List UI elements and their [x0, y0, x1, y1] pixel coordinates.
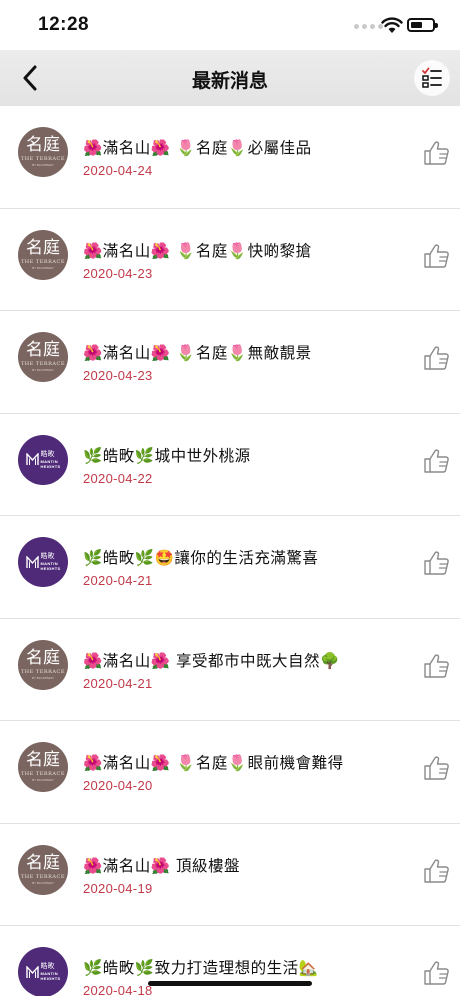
news-date: 2020-04-21: [83, 573, 153, 588]
terrace-logo-main: 名庭: [26, 852, 60, 873]
thumbs-up-icon: [424, 961, 449, 985]
mantin-logo: 皓畋 MANTIN HEIGHTS: [18, 537, 68, 587]
like-button[interactable]: [423, 754, 451, 782]
like-button[interactable]: [423, 959, 451, 987]
news-date: 2020-04-22: [83, 470, 153, 486]
news-date: 2020-04-19: [83, 880, 153, 896]
mantin-m-icon: [25, 965, 39, 978]
news-title: 🌺滿名山🌺 頂級樓盤: [83, 856, 241, 875]
thumbs-up-icon: [424, 243, 449, 268]
news-title: 🌺滿名山🌺 🌷名庭🌷眼前機會難得: [83, 754, 344, 772]
news-date: 2020-04-23: [83, 265, 153, 281]
news-title: 🌺滿名山🌺 🌷名庭🌷快啲黎搶: [83, 241, 312, 260]
battery-level: [411, 22, 422, 28]
terrace-logo-tiny: BY BLOOMWAY: [31, 675, 55, 680]
like-button[interactable]: [423, 857, 451, 885]
thumbs-up-icon: [424, 141, 449, 165]
wifi-icon: [381, 17, 403, 33]
news-item[interactable]: 名庭 THE TERRACE BY BLOOMWAY 🌺滿名山🌺 🌷名庭🌷必屬佳…: [0, 106, 460, 209]
like-button[interactable]: [423, 652, 451, 680]
mantin-logo-en2: HEIGHTS: [40, 463, 61, 469]
news-item[interactable]: 名庭 THE TERRACE BY BLOOMWAY 🌺滿名山🌺 頂級樓盤 202…: [0, 824, 460, 926]
thumbs-up-icon: [424, 448, 449, 473]
home-indicator: [148, 981, 312, 986]
mantin-logo-zh: 皓畋: [40, 553, 55, 560]
terrace-logo: 名庭 THE TERRACE BY BLOOMWAY: [18, 742, 68, 792]
terrace-logo-sub: THE TERRACE: [20, 771, 66, 777]
like-button[interactable]: [423, 344, 451, 372]
news-date: 2020-04-24: [83, 163, 153, 178]
terrace-logo-main: 名庭: [26, 750, 60, 770]
terrace-logo-tiny: BY BLOOMWAY: [31, 880, 55, 885]
news-date: 2020-04-20: [83, 778, 153, 793]
terrace-logo: 名庭 THE TERRACE BY BLOOMWAY: [18, 332, 68, 382]
news-title: 🌺滿名山🌺 🌷名庭🌷無敵靚景: [83, 344, 312, 362]
cellular-signal-icon: [354, 24, 383, 29]
news-item[interactable]: 名庭 THE TERRACE BY BLOOMWAY 🌺滿名山🌺 🌷名庭🌷快啲黎…: [0, 209, 460, 311]
thumbs-up-icon: [424, 653, 449, 678]
navigation-bar: 最新消息: [0, 50, 460, 106]
news-date: 2020-04-18: [83, 983, 153, 996]
mantin-m-icon: [25, 453, 39, 465]
terrace-logo: 名庭 THE TERRACE BY BLOOMWAY: [18, 229, 68, 280]
terrace-logo-tiny: BY BLOOMWAY: [31, 368, 55, 372]
news-item[interactable]: 名庭 THE TERRACE BY BLOOMWAY 🌺滿名山🌺 🌷名庭🌷無敵靚…: [0, 311, 460, 414]
terrace-logo: 名庭 THE TERRACE BY BLOOMWAY: [18, 127, 68, 177]
status-time: 12:28: [38, 14, 90, 35]
terrace-logo: 名庭 THE TERRACE BY BLOOMWAY: [18, 639, 68, 690]
checklist-button[interactable]: [414, 60, 450, 96]
news-date: 2020-04-23: [83, 368, 153, 383]
thumbs-up-icon: [424, 346, 449, 370]
terrace-logo-sub: THE TERRACE: [20, 668, 66, 675]
news-date: 2020-04-21: [83, 675, 153, 691]
news-list: 名庭 THE TERRACE BY BLOOMWAY 🌺滿名山🌺 🌷名庭🌷必屬佳…: [0, 106, 460, 996]
news-title: 🌿皓畋🌿🤩讓你的生活充滿驚喜: [83, 549, 319, 567]
thumbs-up-icon: [424, 551, 449, 575]
terrace-logo-sub: THE TERRACE: [20, 361, 66, 367]
terrace-logo-sub: THE TERRACE: [20, 258, 66, 265]
mantin-logo-en2: HEIGHTS: [40, 976, 61, 981]
like-button[interactable]: [423, 242, 451, 270]
mantin-logo-zh: 皓畋: [40, 450, 55, 458]
like-button[interactable]: [423, 447, 451, 475]
news-item[interactable]: 名庭 THE TERRACE BY BLOOMWAY 🌺滿名山🌺 🌷名庭🌷眼前機…: [0, 721, 460, 824]
status-bar: 12:28: [0, 0, 460, 50]
mantin-logo-en2: HEIGHTS: [40, 566, 61, 571]
terrace-logo-main: 名庭: [26, 647, 60, 668]
news-title: 🌿皓畋🌿城中世外桃源: [83, 446, 251, 465]
news-item[interactable]: 名庭 THE TERRACE BY BLOOMWAY 🌺滿名山🌺 享受都市中既大…: [0, 619, 460, 721]
terrace-logo-sub: THE TERRACE: [20, 873, 66, 880]
terrace-logo-tiny: BY BLOOMWAY: [31, 163, 55, 167]
mantin-m-icon: [25, 555, 39, 568]
news-title: 🌿皓畋🌿致力打造理想的生活🏡: [83, 959, 319, 977]
mantin-logo: 皓畋 MANTIN HEIGHTS: [18, 947, 68, 996]
battery-icon: [407, 18, 438, 32]
page-title: 最新消息: [191, 71, 268, 92]
terrace-logo-main: 名庭: [26, 340, 60, 360]
like-button[interactable]: [423, 139, 451, 167]
terrace-logo-sub: THE TERRACE: [20, 156, 66, 162]
news-item[interactable]: 皓畋 MANTIN HEIGHTS 🌿皓畋🌿城中世外桃源 2020-04-22: [0, 414, 460, 516]
news-title: 🌺滿名山🌺 🌷名庭🌷必屬佳品: [83, 139, 312, 157]
mantin-logo-zh: 皓畋: [40, 963, 55, 970]
news-title: 🌺滿名山🌺 享受都市中既大自然🌳: [83, 651, 340, 670]
checklist-icon: [422, 67, 442, 88]
thumbs-up-icon: [424, 756, 449, 780]
news-item[interactable]: 皓畋 MANTIN HEIGHTS 🌿皓畋🌿🤩讓你的生活充滿驚喜 2020-04-…: [0, 516, 460, 619]
mantin-logo: 皓畋 MANTIN HEIGHTS: [18, 434, 68, 485]
terrace-logo-tiny: BY BLOOMWAY: [31, 265, 55, 270]
terrace-logo-tiny: BY BLOOMWAY: [31, 778, 55, 782]
terrace-logo: 名庭 THE TERRACE BY BLOOMWAY: [18, 844, 68, 895]
thumbs-up-icon: [424, 858, 449, 883]
terrace-logo-main: 名庭: [26, 135, 60, 155]
terrace-logo-main: 名庭: [26, 237, 60, 258]
like-button[interactable]: [423, 549, 451, 577]
